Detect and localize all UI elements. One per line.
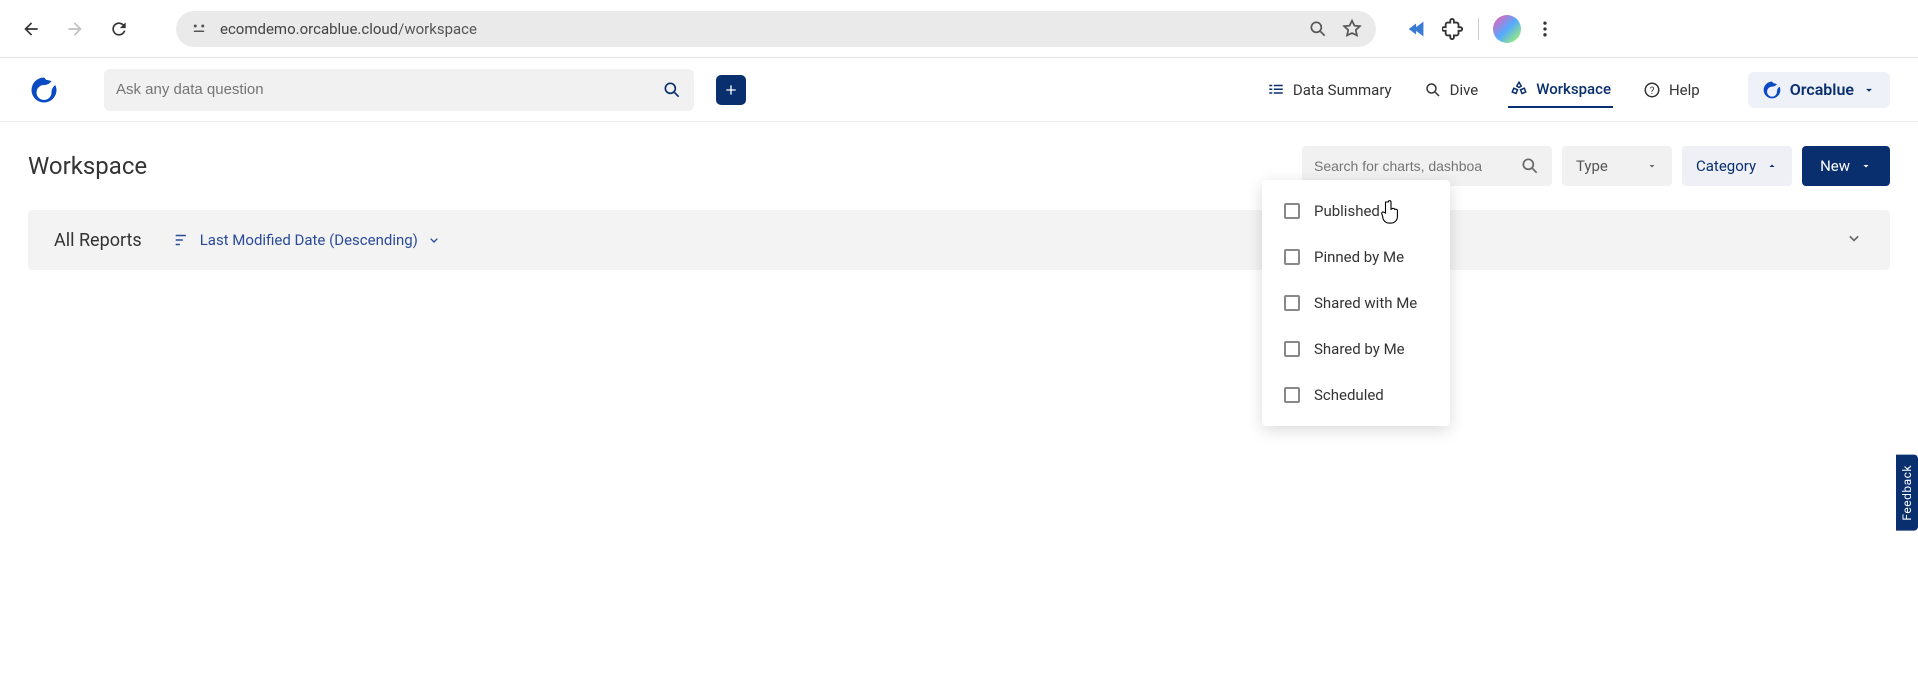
category-dropdown: Published Pinned by Me Shared with Me Sh… — [1262, 180, 1450, 426]
extension-arrow-icon[interactable] — [1406, 18, 1428, 40]
checkbox[interactable] — [1284, 249, 1300, 265]
url-text: ecomdemo.orcablue.cloud/workspace — [220, 20, 1296, 38]
filter-label: Type — [1576, 157, 1608, 175]
all-reports-bar: All Reports Last Modified Date (Descendi… — [28, 210, 1890, 270]
profile-avatar[interactable] — [1493, 15, 1521, 43]
zoom-icon[interactable] — [1308, 19, 1328, 39]
sort-label: Last Modified Date (Descending) — [200, 231, 418, 249]
dropdown-item-pinned[interactable]: Pinned by Me — [1262, 234, 1450, 280]
address-bar[interactable]: ecomdemo.orcablue.cloud/workspace — [176, 11, 1376, 47]
sort-control[interactable]: Last Modified Date (Descending) — [174, 231, 442, 249]
brand-menu-button[interactable]: Orcablue — [1748, 72, 1890, 108]
dropdown-label: Scheduled — [1314, 386, 1384, 404]
filter-label: Category — [1696, 157, 1756, 175]
extensions-icon[interactable] — [1442, 18, 1464, 40]
ask-input[interactable] — [116, 81, 662, 98]
app-logo[interactable] — [28, 74, 60, 106]
bookmark-star-icon[interactable] — [1342, 19, 1362, 39]
caret-down-icon — [1646, 160, 1658, 172]
nav-label: Dive — [1450, 81, 1479, 99]
app-header: Data Summary Dive Workspace ? Help Orcab… — [0, 58, 1918, 122]
cursor-icon — [1380, 200, 1402, 226]
checkbox[interactable] — [1284, 203, 1300, 219]
browser-menu-icon[interactable] — [1535, 19, 1555, 39]
nav-data-summary[interactable]: Data Summary — [1265, 73, 1394, 107]
caret-up-icon — [1766, 160, 1778, 172]
ask-input-container — [104, 69, 694, 111]
browser-chrome: ecomdemo.orcablue.cloud/workspace — [0, 0, 1918, 58]
category-filter[interactable]: Category — [1682, 146, 1792, 186]
nav-dive[interactable]: Dive — [1422, 73, 1481, 107]
checkbox[interactable] — [1284, 295, 1300, 311]
type-filter[interactable]: Type — [1562, 146, 1672, 186]
all-reports-title: All Reports — [54, 230, 142, 251]
add-button[interactable] — [716, 75, 746, 105]
dropdown-label: Pinned by Me — [1314, 248, 1404, 266]
page-body: Workspace Type Category New All Reports — [0, 122, 1918, 294]
chevron-down-icon — [426, 232, 442, 248]
page-title: Workspace — [28, 152, 147, 180]
url-path: /workspace — [398, 20, 477, 38]
search-icon[interactable] — [662, 80, 682, 100]
dropdown-item-published[interactable]: Published — [1262, 188, 1450, 234]
checkbox[interactable] — [1284, 387, 1300, 403]
expand-reports[interactable] — [1844, 228, 1864, 252]
caret-down-icon — [1862, 83, 1876, 97]
checkbox[interactable] — [1284, 341, 1300, 357]
workspace-search-input[interactable] — [1314, 158, 1520, 174]
toolbar: Workspace Type Category New — [28, 146, 1890, 186]
nav-label: Help — [1669, 81, 1700, 99]
dropdown-item-scheduled[interactable]: Scheduled — [1262, 372, 1450, 418]
nav-workspace[interactable]: Workspace — [1508, 72, 1613, 108]
feedback-tab[interactable]: Feedback — [1896, 455, 1918, 531]
new-label: New — [1820, 157, 1850, 175]
svg-text:?: ? — [1650, 85, 1655, 96]
dropdown-label: Shared by Me — [1314, 340, 1405, 358]
search-icon[interactable] — [1520, 156, 1540, 176]
back-button[interactable] — [14, 12, 48, 46]
caret-down-icon — [1860, 160, 1872, 172]
nav-label: Workspace — [1536, 80, 1611, 98]
new-button[interactable]: New — [1802, 146, 1890, 186]
nav-label: Data Summary — [1293, 81, 1392, 99]
brand-label: Orcablue — [1790, 80, 1854, 99]
url-host: ecomdemo.orcablue.cloud — [220, 20, 398, 38]
dropdown-label: Published — [1314, 202, 1380, 220]
reload-button[interactable] — [102, 12, 136, 46]
nav-help[interactable]: ? Help — [1641, 73, 1702, 107]
dropdown-label: Shared with Me — [1314, 294, 1417, 312]
forward-button[interactable] — [58, 12, 92, 46]
divider — [1478, 18, 1479, 40]
chevron-down-icon — [1844, 228, 1864, 248]
sort-icon — [174, 231, 192, 249]
dropdown-item-shared-by[interactable]: Shared by Me — [1262, 326, 1450, 372]
site-settings-icon — [190, 20, 208, 38]
dropdown-item-shared-with[interactable]: Shared with Me — [1262, 280, 1450, 326]
